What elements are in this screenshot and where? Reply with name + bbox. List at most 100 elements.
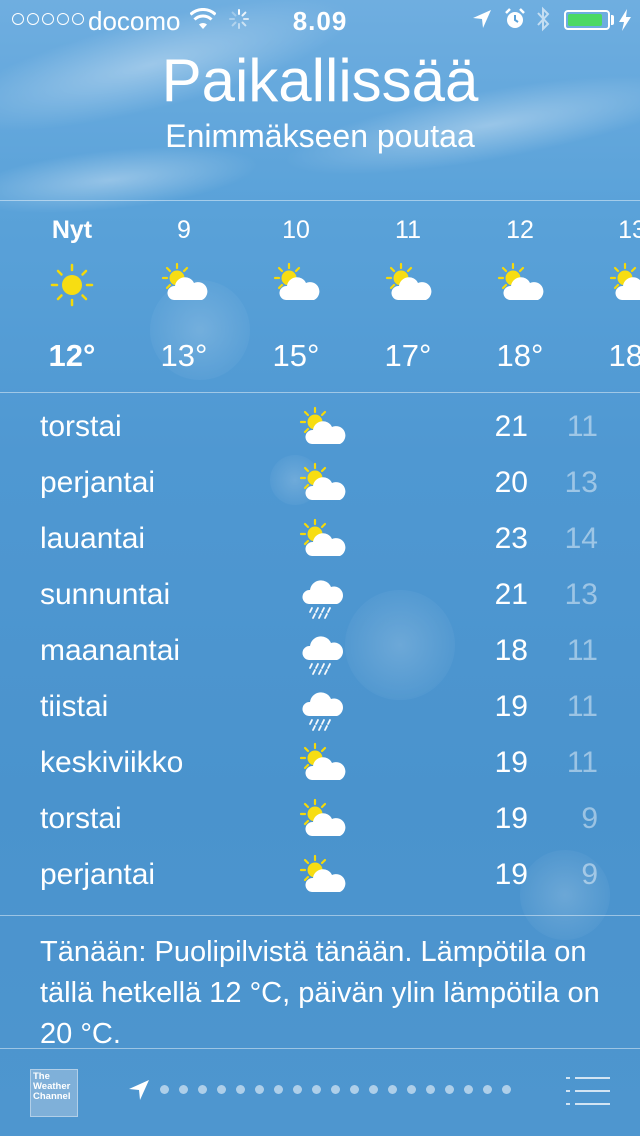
page-dot[interactable] [464, 1085, 473, 1094]
day-name: maanantai [40, 634, 181, 667]
partly-cloudy-icon [606, 262, 640, 308]
day-low-temp: 11 [566, 634, 598, 667]
day-name: perjantai [40, 466, 156, 499]
page-dot[interactable] [369, 1085, 378, 1094]
city-list-button[interactable] [566, 1075, 610, 1107]
day-name: torstai [40, 410, 122, 443]
partly-cloudy-icon [296, 462, 346, 504]
rain-icon [296, 574, 346, 619]
status-bar: docomo 8.09 [0, 0, 640, 40]
city-name: Paikallissää [161, 47, 479, 114]
day-low-temp: 9 [581, 858, 598, 891]
day-name: lauantai [40, 522, 146, 555]
daily-forecast-row: torstai 19 9 [0, 792, 640, 848]
daily-forecast-row: torstai 21 11 [0, 400, 640, 456]
page-indicator[interactable] [160, 1085, 511, 1094]
hour-temperature: 17° [384, 338, 432, 373]
page-dot[interactable] [160, 1085, 169, 1094]
weather-channel-logo[interactable]: The Weather Channel [30, 1069, 78, 1117]
partly-cloudy-icon [494, 262, 546, 308]
bottom-toolbar: The Weather Channel [0, 1049, 640, 1136]
page-dot[interactable] [426, 1085, 435, 1094]
hour-label: 12 [506, 216, 534, 244]
day-high-temp: 23 [494, 522, 528, 555]
hour-label: 11 [395, 216, 421, 244]
day-high-temp: 21 [494, 578, 528, 611]
page-dot[interactable] [483, 1085, 492, 1094]
battery-level [568, 14, 603, 26]
daily-forecast-row: lauantai 23 14 [0, 512, 640, 568]
day-high-temp: 18 [494, 634, 528, 667]
day-low-temp: 14 [564, 522, 598, 555]
day-low-temp: 11 [566, 746, 598, 779]
charging-bolt-icon [619, 9, 631, 31]
page-dot[interactable] [388, 1085, 397, 1094]
page-dot[interactable] [407, 1085, 416, 1094]
daily-forecast-row: sunnuntai 21 13 [0, 568, 640, 624]
partly-cloudy-icon [296, 518, 346, 560]
hour-label: Nyt [51, 216, 93, 244]
page-dot[interactable] [236, 1085, 245, 1094]
current-condition: Enimmäkseen poutaa [165, 118, 475, 154]
page-dot[interactable] [198, 1085, 207, 1094]
day-high-temp: 19 [494, 858, 528, 891]
day-name: sunnuntai [40, 578, 171, 611]
hourly-forecast-strip[interactable]: Nyt 12° 9 13° 10 15° 11 17° 12 18° 13 18° [0, 202, 640, 392]
page-dot[interactable] [502, 1085, 511, 1094]
bluetooth-icon [537, 6, 550, 32]
page-dot[interactable] [293, 1085, 302, 1094]
page-dot[interactable] [255, 1085, 264, 1094]
rain-icon [296, 686, 346, 731]
partly-cloudy-icon [296, 854, 346, 896]
day-low-temp: 13 [564, 578, 598, 611]
partly-cloudy-icon [296, 798, 346, 840]
alarm-clock-icon [505, 8, 525, 28]
day-high-temp: 19 [494, 802, 528, 835]
page-dot[interactable] [274, 1085, 283, 1094]
day-high-temp: 19 [494, 690, 528, 723]
partly-cloudy-icon [382, 262, 434, 308]
hour-temperature: 15° [272, 338, 320, 373]
page-dot[interactable] [331, 1085, 340, 1094]
page-dot[interactable] [350, 1085, 359, 1094]
day-name: keskiviikko [40, 746, 184, 779]
rain-icon [296, 630, 346, 675]
hour-label: 9 [177, 216, 191, 244]
hour-temperature: 18° [608, 338, 640, 373]
page-dot[interactable] [217, 1085, 226, 1094]
day-name: perjantai [40, 858, 156, 891]
day-high-temp: 21 [494, 410, 528, 443]
hour-label: 13 [618, 216, 640, 244]
hour-temperature: 13° [160, 338, 208, 373]
current-location-icon[interactable] [128, 1079, 150, 1101]
hour-temperature: 12° [48, 338, 96, 373]
sun-icon [46, 262, 98, 308]
daily-forecast-row: keskiviikko 19 11 [0, 736, 640, 792]
daily-forecast-row: maanantai 18 11 [0, 624, 640, 680]
page-dot[interactable] [179, 1085, 188, 1094]
day-name: torstai [40, 802, 122, 835]
day-high-temp: 20 [494, 466, 528, 499]
battery-tip [611, 15, 614, 25]
today-summary-text: Tänään: Puolipilvistä tänään. Lämpötila … [40, 936, 600, 1048]
partly-cloudy-icon [270, 262, 322, 308]
logo-text: The Weather Channel [33, 1071, 71, 1102]
location-arrow-icon [473, 10, 491, 28]
day-low-temp: 9 [581, 802, 598, 835]
day-low-temp: 13 [564, 466, 598, 499]
day-low-temp: 11 [566, 410, 598, 443]
partly-cloudy-icon [158, 262, 210, 308]
divider [0, 392, 640, 393]
page-dot[interactable] [445, 1085, 454, 1094]
hour-temperature: 18° [496, 338, 544, 373]
day-low-temp: 11 [566, 690, 598, 723]
day-high-temp: 19 [494, 746, 528, 779]
hour-label: 10 [282, 216, 310, 244]
page-dot[interactable] [312, 1085, 321, 1094]
daily-forecast-row: perjantai 20 13 [0, 456, 640, 512]
battery-icon [564, 10, 610, 30]
divider [0, 915, 640, 916]
partly-cloudy-icon [296, 406, 346, 448]
divider [0, 200, 640, 201]
partly-cloudy-icon [296, 742, 346, 784]
